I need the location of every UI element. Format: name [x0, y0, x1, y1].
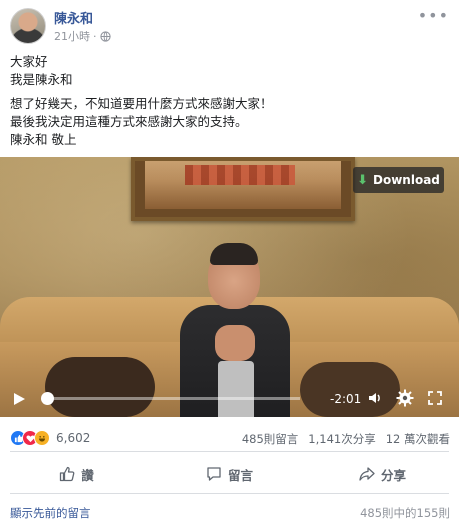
- action-bar: 讚 留言 分享: [0, 458, 459, 490]
- globe-icon[interactable]: [99, 30, 111, 42]
- person-shirt: [218, 361, 254, 417]
- comments-bar: 顯示先前的留言 485則中的155則: [0, 500, 459, 525]
- view-count: 12 萬次觀看: [385, 432, 450, 446]
- share-label: 分享: [380, 467, 406, 483]
- like-label: 讚: [81, 467, 94, 483]
- comment-button[interactable]: 留言: [153, 458, 306, 490]
- video-progress-bar[interactable]: [46, 397, 300, 400]
- gear-icon[interactable]: [396, 389, 414, 407]
- download-label: Download: [373, 173, 440, 187]
- sofa-cushion: [300, 362, 400, 417]
- person-hair: [210, 243, 258, 265]
- post-line: 最後我決定用這種方式來感謝大家的支持。: [10, 114, 248, 129]
- share-arrow-icon: [359, 467, 375, 481]
- volume-icon[interactable]: [367, 390, 383, 406]
- fullscreen-icon[interactable]: [428, 391, 442, 405]
- download-arrow-icon: ⬇: [357, 172, 368, 188]
- meta-separator: ·: [93, 29, 97, 43]
- sofa-cushion: [45, 357, 155, 417]
- post-meta: 21小時 ·: [54, 28, 111, 44]
- person-hands: [215, 325, 255, 361]
- post-stats: 6,602 485則留言 1,141次分享 12 萬次觀看: [0, 426, 459, 448]
- play-icon[interactable]: [12, 392, 26, 406]
- share-button[interactable]: 分享: [306, 458, 459, 490]
- comments-shown-count: 485則中的155則: [360, 506, 450, 520]
- thumbs-up-icon: [60, 466, 75, 482]
- divider: [10, 451, 449, 452]
- more-options-icon[interactable]: •••: [418, 6, 449, 25]
- post-line: 想了好幾天，不知道要用什麼方式來感謝大家！: [10, 96, 273, 111]
- haha-icon: [34, 430, 50, 446]
- post-line: 我是陳永和: [10, 72, 73, 87]
- video-time-remaining: -2:01: [330, 392, 362, 406]
- comment-count[interactable]: 485則留言: [242, 431, 298, 447]
- post-timestamp[interactable]: 21小時: [54, 28, 90, 44]
- author-name[interactable]: 陳永和: [54, 8, 93, 27]
- divider: [10, 493, 449, 494]
- view-previous-comments-link[interactable]: 顯示先前的留言: [10, 505, 91, 521]
- comment-label: 留言: [227, 467, 253, 483]
- post-message: 大家好 我是陳永和 想了好幾天，不知道要用什麼方式來感謝大家！ 最後我決定用這種…: [10, 53, 273, 149]
- like-button[interactable]: 讚: [0, 458, 153, 490]
- post-header: 陳永和 21小時 · •••: [0, 0, 459, 48]
- engagement-counts: 485則留言 1,141次分享 12 萬次觀看: [242, 431, 450, 447]
- video-scrubber[interactable]: [41, 392, 54, 405]
- post-line: 大家好: [10, 54, 48, 69]
- reactions-summary[interactable]: 6,602: [10, 430, 90, 446]
- reaction-count[interactable]: 6,602: [56, 431, 90, 445]
- video-player[interactable]: [0, 157, 459, 417]
- author-avatar[interactable]: [10, 8, 46, 44]
- wall-painting: [131, 157, 355, 221]
- share-count[interactable]: 1,141次分享: [308, 431, 375, 447]
- comment-icon: [207, 467, 221, 481]
- post-line: 陳永和 敬上: [10, 132, 77, 147]
- download-button[interactable]: ⬇ Download: [353, 167, 444, 193]
